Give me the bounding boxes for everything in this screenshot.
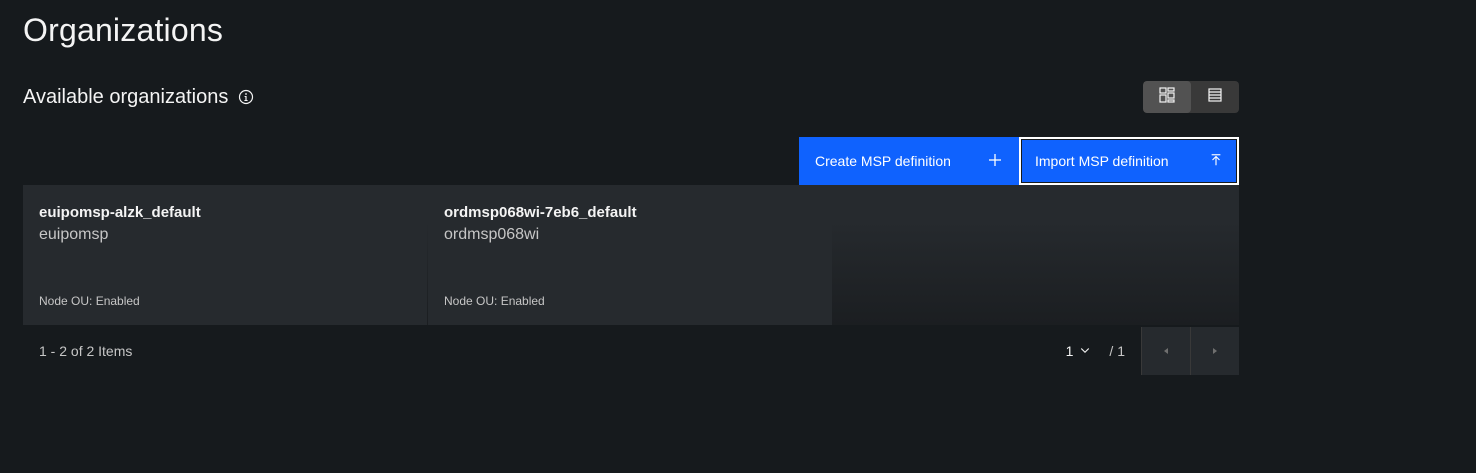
organization-msp-id: euipomsp: [39, 226, 109, 243]
create-msp-label: Create MSP definition: [815, 153, 951, 169]
node-ou-status: Node OU: Enabled: [39, 294, 140, 308]
previous-page-button[interactable]: [1141, 327, 1190, 375]
caret-left-icon: [1162, 342, 1170, 360]
add-icon: [987, 152, 1003, 171]
toolbar: Create MSP definition Import MSP definit…: [799, 137, 1239, 185]
page-title: Organizations: [23, 12, 224, 48]
empty-card-area: [833, 185, 1239, 325]
organization-name: euipomsp-alzk_default: [39, 204, 201, 221]
current-page: 1: [1065, 343, 1074, 359]
list-view-icon: [1207, 87, 1223, 108]
import-msp-button[interactable]: Import MSP definition: [1019, 137, 1239, 185]
upload-icon: [1209, 153, 1223, 170]
page-select[interactable]: 1: [1066, 343, 1092, 359]
chevron-down-icon: [1079, 343, 1091, 359]
organization-name: ordmsp068wi-7eb6_default: [444, 204, 637, 221]
pagination: 1 - 2 of 2 Items 1 / 1: [23, 327, 1239, 375]
section-header: Available organizations: [23, 84, 254, 110]
organization-card[interactable]: euipomsp-alzk_default euipomsp Node OU: …: [23, 185, 427, 325]
caret-right-icon: [1211, 342, 1219, 360]
organizations-page: Organizations Available organizations Cr…: [0, 0, 1476, 473]
node-ou-status: Node OU: Enabled: [444, 294, 545, 308]
next-page-button[interactable]: [1190, 327, 1239, 375]
info-icon[interactable]: [238, 89, 254, 105]
pagination-controls: 1 / 1: [1066, 327, 1239, 375]
total-pages: / 1: [1109, 343, 1125, 359]
section-title: Available organizations: [23, 86, 229, 108]
organization-card[interactable]: ordmsp068wi-7eb6_default ordmsp068wi Nod…: [428, 185, 832, 325]
tile-view-button[interactable]: [1143, 81, 1191, 113]
view-toggle: [1143, 81, 1239, 113]
pagination-item-count: 1 - 2 of 2 Items: [39, 343, 133, 359]
organization-msp-id: ordmsp068wi: [444, 226, 540, 243]
list-view-button[interactable]: [1191, 81, 1239, 113]
tile-view-icon: [1159, 86, 1175, 108]
import-msp-label: Import MSP definition: [1035, 153, 1169, 169]
organization-cards: euipomsp-alzk_default euipomsp Node OU: …: [23, 185, 1239, 325]
create-msp-button[interactable]: Create MSP definition: [799, 137, 1019, 185]
